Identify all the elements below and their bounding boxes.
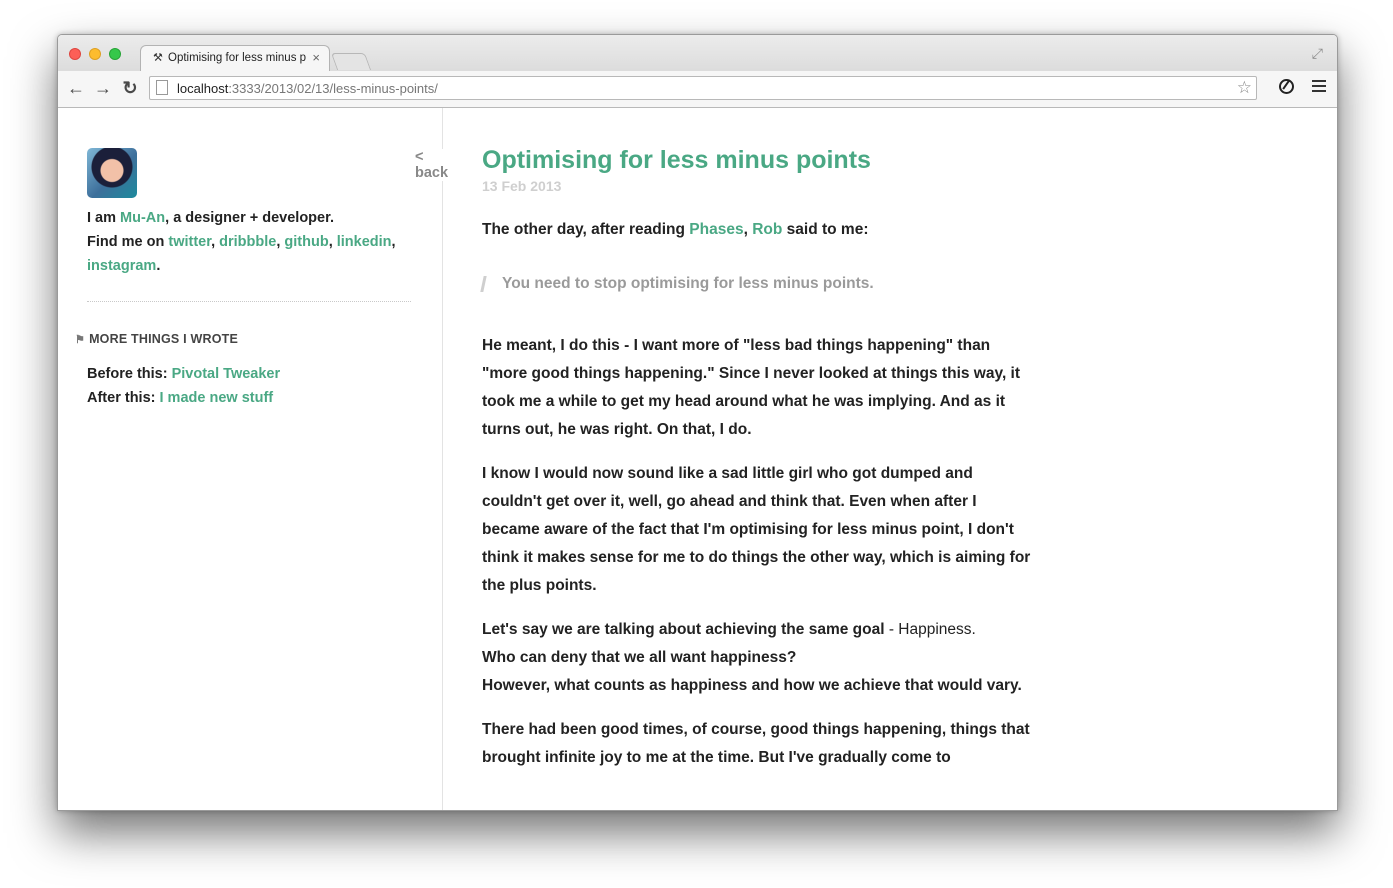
more-heading-text: MORE THINGS I WROTE bbox=[89, 332, 238, 346]
article: Optimising for less minus points 13 Feb … bbox=[482, 144, 1032, 788]
sidebar: I am Mu-An, a designer + developer. Find… bbox=[58, 108, 452, 810]
linkedin-link[interactable]: linkedin bbox=[337, 234, 392, 250]
tab-active[interactable]: ⚒ Optimising for less minus points × bbox=[140, 45, 330, 71]
back-link[interactable]: < back bbox=[415, 149, 452, 181]
fullscreen-icon[interactable]: ⤢ bbox=[1312, 45, 1323, 62]
bookmark-star-icon[interactable]: ☆ bbox=[1237, 78, 1252, 98]
rob-link[interactable]: Rob bbox=[752, 221, 782, 238]
author-name-link[interactable]: Mu-An bbox=[120, 210, 165, 226]
reload-icon[interactable]: ↻ bbox=[120, 78, 140, 98]
bio-text: , a designer + developer. bbox=[165, 210, 334, 226]
back-arrow-icon[interactable]: ← bbox=[66, 78, 86, 98]
bio-text: Find me on bbox=[87, 234, 169, 250]
github-link[interactable]: github bbox=[284, 234, 328, 250]
url-text[interactable]: localhost:3333/2013/02/13/less-minus-poi… bbox=[177, 81, 438, 96]
paragraph: There had been good times, of course, go… bbox=[482, 721, 1030, 766]
post-navigation: Before this: Pivotal Tweaker After this:… bbox=[87, 362, 280, 410]
post-title: Optimising for less minus points bbox=[482, 146, 871, 174]
paragraph: Let's say we are talking about achieving… bbox=[482, 616, 1032, 700]
menu-icon[interactable] bbox=[1312, 80, 1326, 95]
before-label: Before this: bbox=[87, 366, 172, 382]
tab-close-icon[interactable]: × bbox=[312, 50, 320, 65]
bio-text: I am bbox=[87, 210, 121, 226]
paragraph-text: - Happiness. bbox=[884, 621, 976, 638]
favicon-icon: ⚒ bbox=[153, 52, 163, 64]
phases-link[interactable]: Phases bbox=[689, 221, 743, 238]
tab-strip: ⚒ Optimising for less minus points × ⤢ bbox=[58, 35, 1337, 71]
intro-text: The other day, after reading bbox=[482, 221, 690, 238]
sidebar-divider bbox=[87, 301, 411, 302]
avatar bbox=[87, 148, 137, 198]
page-content: I am Mu-An, a designer + developer. Find… bbox=[58, 108, 1337, 810]
close-window-button[interactable] bbox=[69, 48, 81, 60]
address-bar[interactable]: localhost:3333/2013/02/13/less-minus-poi… bbox=[149, 76, 1257, 100]
url-path: :3333/2013/02/13/less-minus-points/ bbox=[228, 81, 438, 96]
zoom-window-button[interactable] bbox=[109, 48, 121, 60]
previous-post-link[interactable]: Pivotal Tweaker bbox=[172, 366, 281, 382]
next-post-link[interactable]: I made new stuff bbox=[160, 390, 274, 406]
paragraph-text: Who can deny that we all want happiness? bbox=[482, 649, 797, 666]
after-label: After this: bbox=[87, 390, 160, 406]
window-controls bbox=[69, 48, 121, 60]
minimize-window-button[interactable] bbox=[89, 48, 101, 60]
more-things-heading: ⚑ MORE THINGS I WROTE bbox=[75, 332, 238, 346]
paragraph: He meant, I do this - I want more of "le… bbox=[482, 337, 1021, 438]
paragraph: I know I would now sound like a sad litt… bbox=[482, 465, 1031, 594]
page-icon bbox=[156, 80, 168, 95]
tab-title: Optimising for less minus points bbox=[168, 52, 306, 64]
blockquote: You need to stop optimising for less min… bbox=[482, 270, 1032, 298]
paragraph-text: However, what counts as happiness and ho… bbox=[482, 677, 1022, 694]
new-tab-button[interactable] bbox=[330, 53, 372, 70]
bio: I am Mu-An, a designer + developer. Find… bbox=[87, 210, 396, 274]
instagram-link[interactable]: instagram bbox=[87, 258, 156, 274]
intro-text: said to me: bbox=[782, 221, 869, 238]
browser-toolbar: ← → ↻ localhost:3333/2013/02/13/less-min… bbox=[58, 71, 1337, 108]
url-host: localhost bbox=[177, 81, 229, 96]
extension-icon[interactable] bbox=[1279, 79, 1294, 94]
post-date: 13 Feb 2013 bbox=[482, 178, 562, 194]
browser-window: ⚒ Optimising for less minus points × ⤢ ←… bbox=[57, 34, 1338, 811]
dribbble-link[interactable]: dribbble bbox=[219, 234, 276, 250]
paragraph-text: Let's say we are talking about achieving… bbox=[482, 621, 885, 638]
forward-arrow-icon[interactable]: → bbox=[93, 78, 113, 98]
flag-icon: ⚑ bbox=[75, 334, 86, 346]
twitter-link[interactable]: twitter bbox=[168, 234, 211, 250]
paragraph: The other day, after reading Phases, Rob… bbox=[482, 221, 869, 238]
